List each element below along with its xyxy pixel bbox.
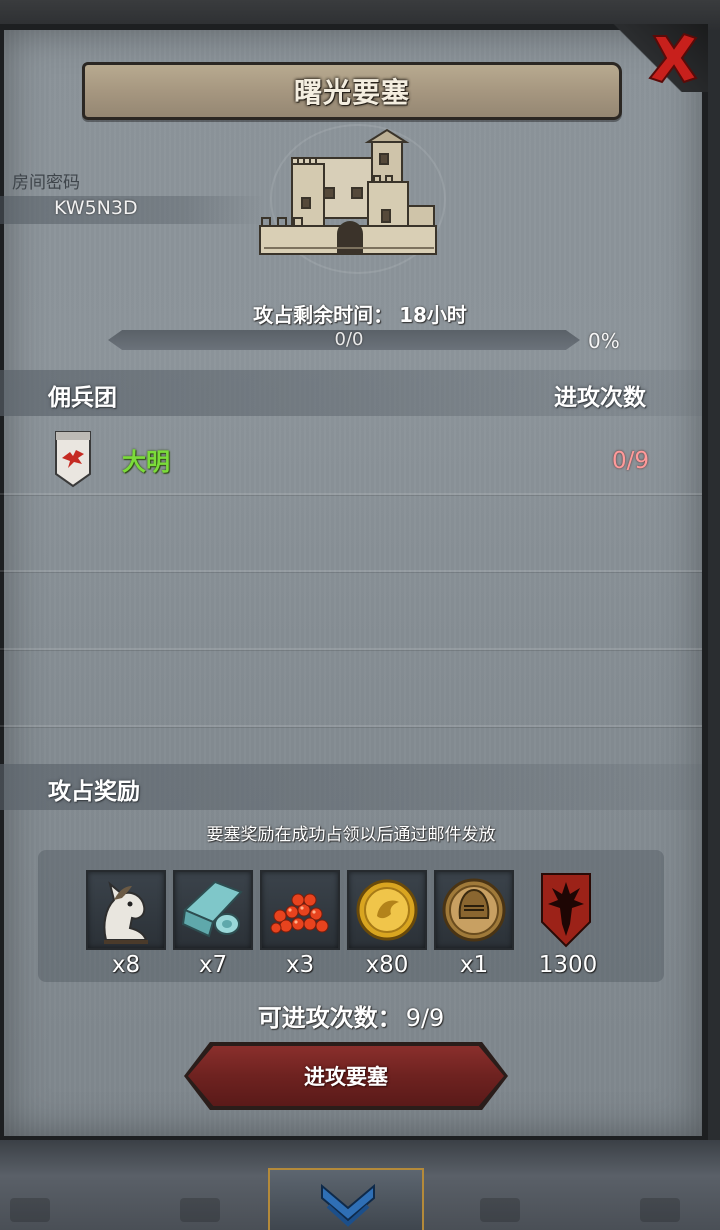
reward-qty: x1	[459, 952, 489, 978]
row-divider	[0, 493, 702, 495]
row-divider	[0, 725, 702, 727]
reward-item-horse[interactable]	[86, 870, 166, 950]
bottom-nav-item[interactable]	[10, 1198, 50, 1222]
row-divider	[0, 570, 702, 572]
chevron-rank-icon	[321, 1183, 375, 1227]
mercenary-name: 大明	[122, 448, 170, 476]
mercenary-attempts: 0/9	[612, 448, 650, 474]
reward-item-beads[interactable]	[260, 870, 340, 950]
red-beads-icon	[270, 893, 329, 934]
red-bird-banner-icon	[55, 431, 91, 488]
attack-fortress-button[interactable]: 进攻要塞	[188, 1046, 504, 1106]
bottom-nav-item[interactable]	[180, 1198, 220, 1222]
title-banner: 曙光要塞	[82, 62, 622, 120]
bottom-nav-item[interactable]	[480, 1198, 520, 1222]
bottom-nav-item[interactable]	[640, 1198, 680, 1222]
reward-qty: x3	[285, 952, 315, 978]
cloth-roll-icon	[181, 880, 243, 938]
room-password-value: KW5N3D	[54, 197, 138, 219]
siege-time-remaining: 攻占剩余时间： 18小时	[0, 299, 720, 328]
siege-progress-percent: 0%	[588, 329, 620, 353]
room-password-label: 房间密码	[12, 173, 80, 193]
knight-helmet-medal-icon	[442, 878, 506, 942]
reward-qty: 1300	[538, 952, 598, 978]
attack-fortress-label: 进攻要塞	[304, 1065, 388, 1089]
bottom-nav-active-tab[interactable]	[268, 1168, 424, 1230]
gold-coin-icon	[356, 879, 418, 941]
attack-count-header-label: 进攻次数	[554, 385, 646, 411]
siege-progress-text: 0/0	[334, 329, 364, 350]
mercenary-header-label: 佣兵团	[48, 385, 117, 411]
reward-qty: x7	[198, 952, 228, 978]
siege-time-value: 18小时	[399, 303, 467, 327]
reward-item-helmet[interactable]	[434, 870, 514, 950]
reward-qty: x8	[111, 952, 141, 978]
dialog-title: 曙光要塞	[293, 76, 410, 109]
attack-attempts-value: 9/9	[405, 1004, 445, 1032]
reward-item-coin[interactable]	[347, 870, 427, 950]
reward-qty: x80	[365, 952, 409, 978]
close-x-icon	[648, 32, 698, 84]
reward-item-cloth[interactable]	[173, 870, 253, 950]
row-divider	[0, 648, 702, 650]
rewards-header-label: 攻占奖励	[48, 779, 140, 805]
rewards-note: 要塞奖励在成功占领以后通过邮件发放	[206, 825, 496, 845]
siege-time-label: 攻占剩余时间：	[253, 303, 394, 327]
horse-icon	[103, 881, 148, 944]
attack-attempts: 可进攻次数： 9/9	[0, 998, 702, 1033]
red-shield-emblem-icon[interactable]	[540, 872, 592, 948]
fortress-castle-icon	[259, 128, 437, 255]
attack-attempts-label: 可进攻次数：	[257, 1004, 402, 1032]
